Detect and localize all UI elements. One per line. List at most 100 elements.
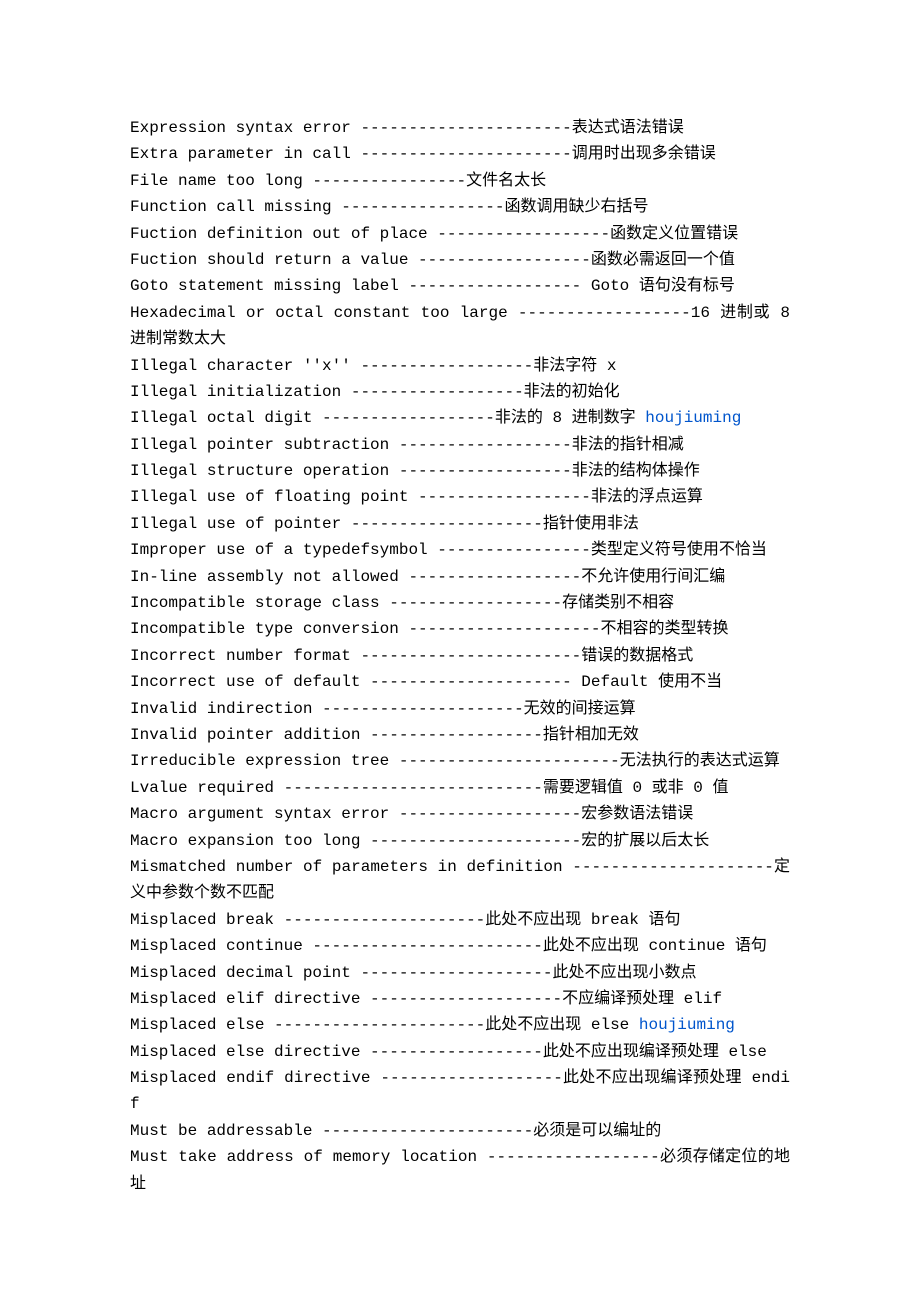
error-english: Extra parameter in call [130,145,351,163]
separator-dashes: -------------------- [341,515,543,533]
error-english: Improper use of a typedefsymbol [130,541,428,559]
error-chinese: 此处不应出现小数点 [552,964,696,982]
error-chinese: 此处不应出现编译预处理 else [543,1043,767,1061]
separator-dashes: ------------------- [389,805,581,823]
separator-dashes: ------------------ [508,304,691,322]
error-chinese: 不允许使用行间汇编 [581,568,725,586]
separator-dashes: ------------------ [399,568,581,586]
error-english: Fuction definition out of place [130,225,428,243]
error-line: Extra parameter in call ----------------… [130,141,790,167]
error-english: Misplaced else directive [130,1043,360,1061]
error-chinese: 文件名太长 [466,172,546,190]
separator-dashes: ------------------ [389,436,571,454]
separator-dashes: --------------------------- [274,779,543,797]
error-line: Incorrect number format ----------------… [130,643,790,669]
separator-dashes: ------------------ [380,594,562,612]
error-english: Illegal character ''x'' [130,357,351,375]
error-english: Fuction should return a value [130,251,408,269]
error-chinese: 类型定义符号使用不恰当 [591,541,767,559]
separator-dashes: ------------------------ [303,937,543,955]
error-chinese: 不相容的类型转换 [600,620,728,638]
error-chinese: 宏参数语法错误 [581,805,693,823]
error-chinese: 错误的数据格式 [581,647,693,665]
error-english: Illegal use of floating point [130,488,408,506]
separator-dashes: ------------------- [371,1069,563,1087]
separator-dashes: ---------------------- [264,1016,485,1034]
error-line: Misplaced else directive ---------------… [130,1039,790,1065]
error-chinese: 非法的初始化 [524,383,620,401]
error-chinese: 不应编译预处理 elif [562,990,722,1008]
error-chinese: 指针相加无效 [543,726,639,744]
error-english: Macro argument syntax error [130,805,389,823]
error-chinese: 函数必需返回一个值 [591,251,735,269]
error-line: Fuction definition out of place --------… [130,221,790,247]
separator-dashes: --------------------- [312,700,523,718]
error-chinese: 无效的间接运算 [524,700,636,718]
error-chinese: Default 使用不当 [581,673,722,691]
separator-dashes: ---------------------- [312,1122,533,1140]
error-line: Illegal structure operation ------------… [130,458,790,484]
error-line: Invalid indirection --------------------… [130,696,790,722]
separator-dashes: -------------------- [399,620,601,638]
error-chinese: 宏的扩展以后太长 [581,832,709,850]
error-english: Must be addressable [130,1122,312,1140]
error-chinese: 非法的结构体操作 [572,462,700,480]
separator-dashes: ---------------------- [360,832,581,850]
separator-dashes: ------------------ [428,225,610,243]
error-english: Illegal octal digit [130,409,312,427]
error-chinese: 此处不应出现 continue 语句 [543,937,767,955]
error-line: Misplaced else ----------------------此处不… [130,1012,790,1038]
separator-dashes: ------------------ [312,409,494,427]
error-english: Irreducible expression tree [130,752,389,770]
error-line: Expression syntax error ----------------… [130,115,790,141]
error-line: Incompatible type conversion -----------… [130,616,790,642]
separator-dashes: -------------------- [351,964,553,982]
error-chinese: 非法的 8 进制数字 [495,409,645,427]
error-chinese: 非法的指针相减 [572,436,684,454]
error-line: Lvalue required ------------------------… [130,775,790,801]
error-english: Illegal pointer subtraction [130,436,389,454]
error-english: Lvalue required [130,779,274,797]
error-english: Goto statement missing label [130,277,399,295]
error-line: Misplaced break ---------------------此处不… [130,907,790,933]
error-line: Must take address of memory location ---… [130,1144,790,1197]
error-line: Illegal octal digit ------------------非法… [130,405,790,431]
error-chinese: 无法执行的表达式运算 [620,752,780,770]
separator-dashes: ----------------------- [351,647,581,665]
error-line: Misplaced decimal point ----------------… [130,960,790,986]
annotation-text: houjiuming [645,409,741,427]
separator-dashes: ------------------ [341,383,523,401]
error-chinese: 函数定义位置错误 [610,225,738,243]
error-chinese: 需要逻辑值 0 或非 0 值 [543,779,729,797]
error-line: Macro argument syntax error ------------… [130,801,790,827]
error-english: Misplaced elif directive [130,990,360,1008]
error-english: Misplaced break [130,911,274,929]
error-english: In-line assembly not allowed [130,568,399,586]
error-line: Illegal character ''x'' ----------------… [130,353,790,379]
error-english: Misplaced endif directive [130,1069,371,1087]
error-line: Misplaced endif directive --------------… [130,1065,790,1118]
separator-dashes: ----------------- [332,198,505,216]
error-english: Incorrect use of default [130,673,360,691]
error-english: Expression syntax error [130,119,351,137]
error-line: Irreducible expression tree ------------… [130,748,790,774]
separator-dashes: ------------------ [360,1043,542,1061]
error-english: Incorrect number format [130,647,351,665]
separator-dashes: ----------------------- [389,752,619,770]
error-line: Misplaced elif directive ---------------… [130,986,790,1012]
error-line: Function call missing -----------------函… [130,194,790,220]
error-chinese: 必须是可以编址的 [533,1122,661,1140]
error-line: Improper use of a typedefsymbol --------… [130,537,790,563]
error-english: Incompatible storage class [130,594,380,612]
separator-dashes: -------------------- [360,990,562,1008]
error-english: Function call missing [130,198,332,216]
error-english: Misplaced else [130,1016,264,1034]
separator-dashes: --------------------- [274,911,485,929]
error-chinese: 此处不应出现 break 语句 [485,911,680,929]
separator-dashes: ---------------- [303,172,466,190]
separator-dashes: ------------------ [399,277,591,295]
document-page: Expression syntax error ----------------… [0,0,920,1302]
error-line: Incompatible storage class -------------… [130,590,790,616]
error-line: Misplaced continue ---------------------… [130,933,790,959]
error-chinese: 指针使用非法 [543,515,639,533]
